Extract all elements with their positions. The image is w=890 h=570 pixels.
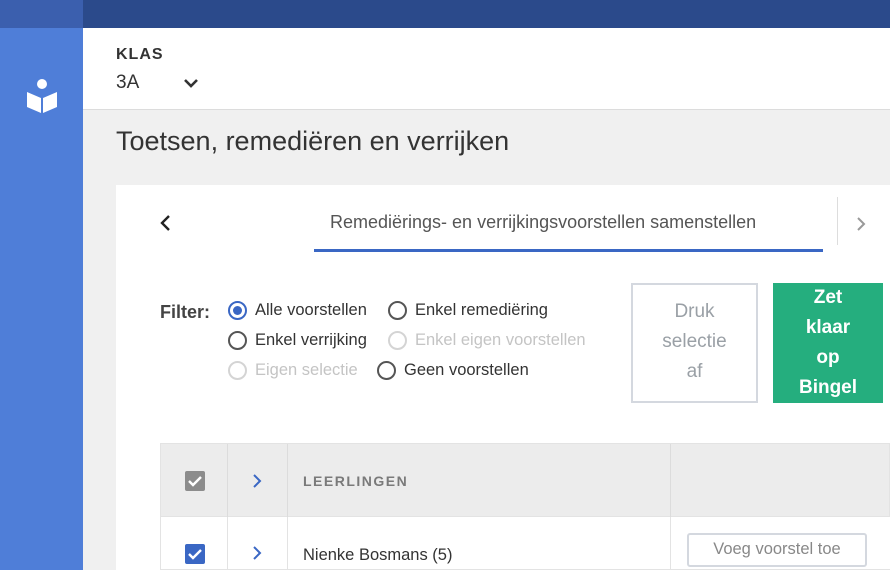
radio-selected-icon: [228, 301, 247, 320]
expand-row-chevron-icon[interactable]: [252, 545, 262, 561]
chevron-down-icon: [184, 79, 198, 88]
filter-option-label: Enkel eigen voorstellen: [415, 331, 586, 349]
bingel-button-line: Zet: [813, 287, 843, 308]
checkmark-icon: [188, 476, 202, 487]
table-header: LEERLINGEN: [160, 443, 890, 518]
column-divider: [227, 517, 228, 570]
radio-icon: [377, 361, 396, 380]
klas-value: 3A: [116, 72, 140, 93]
radio-icon: [388, 301, 407, 320]
content-card: Remediërings- en verrijkingsvoorstellen …: [116, 185, 890, 570]
row-checkbox[interactable]: [185, 544, 205, 564]
students-table: LEERLINGEN Nienke Bosmans (5) Voeg voors…: [160, 443, 890, 570]
bingel-button-line: op: [816, 347, 840, 368]
filter-option-label: Enkel verrijking: [255, 331, 367, 349]
add-proposal-button[interactable]: Voeg voorstel toe: [687, 533, 867, 567]
radio-icon: [228, 361, 247, 380]
table-row: Nienke Bosmans (5) Voeg voorstel toe: [160, 517, 890, 570]
page-title: Toetsen, remediëren en verrijken: [116, 126, 510, 156]
expand-all-chevron-icon[interactable]: [252, 473, 262, 489]
checkmark-icon: [188, 549, 202, 560]
column-divider: [287, 517, 288, 570]
filter-option-enkel-eigen-voorstellen: Enkel eigen voorstellen: [388, 331, 586, 350]
column-divider: [670, 444, 671, 518]
print-button-line: af: [686, 361, 703, 382]
filter-option-label: Geen voorstellen: [404, 361, 529, 379]
column-divider: [670, 517, 671, 570]
filter-option-label: Alle voorstellen: [255, 301, 367, 319]
students-column-header: LEERLINGEN: [303, 473, 409, 489]
radio-icon: [228, 331, 247, 350]
page-header: KLAS 3A: [83, 28, 890, 110]
filter-option-alle-voorstellen[interactable]: Alle voorstellen: [228, 301, 367, 320]
top-bar: [83, 0, 890, 28]
chevron-left-icon[interactable]: [158, 211, 174, 235]
print-button-line: selectie: [662, 331, 727, 352]
filter-option-eigen-selectie: Eigen selectie: [228, 361, 358, 380]
tab-divider: [837, 197, 838, 245]
bingel-button-line: Bingel: [798, 377, 858, 398]
column-divider: [287, 444, 288, 518]
print-selection-button[interactable]: Druk selectie af: [631, 283, 758, 403]
filter-option-enkel-verrijking[interactable]: Enkel verrijking: [228, 331, 367, 350]
book-reader-icon[interactable]: [25, 78, 59, 114]
chevron-right-icon[interactable]: [854, 213, 868, 235]
filter-option-label: Enkel remediëring: [415, 301, 548, 319]
filter-label: Filter:: [160, 302, 211, 322]
tab-active-indicator: [314, 249, 823, 252]
print-button-line: Druk: [674, 301, 715, 322]
student-name: Nienke Bosmans (5): [303, 546, 453, 564]
column-divider: [227, 444, 228, 518]
sidebar: [0, 28, 83, 570]
tab-active[interactable]: Remediërings- en verrijkingsvoorstellen …: [330, 212, 756, 233]
filter-option-label: Eigen selectie: [255, 361, 358, 379]
filter-option-enkel-remediering[interactable]: Enkel remediëring: [388, 301, 548, 320]
set-ready-on-bingel-button[interactable]: Zet klaar op Bingel: [773, 283, 883, 403]
klas-selector[interactable]: 3A: [116, 72, 200, 94]
select-all-checkbox[interactable]: [185, 471, 205, 491]
klas-label: KLAS: [116, 46, 164, 63]
filter-option-geen-voorstellen[interactable]: Geen voorstellen: [377, 361, 529, 380]
bingel-button-line: klaar: [805, 317, 851, 338]
radio-icon: [388, 331, 407, 350]
top-bar-left: [0, 0, 83, 28]
